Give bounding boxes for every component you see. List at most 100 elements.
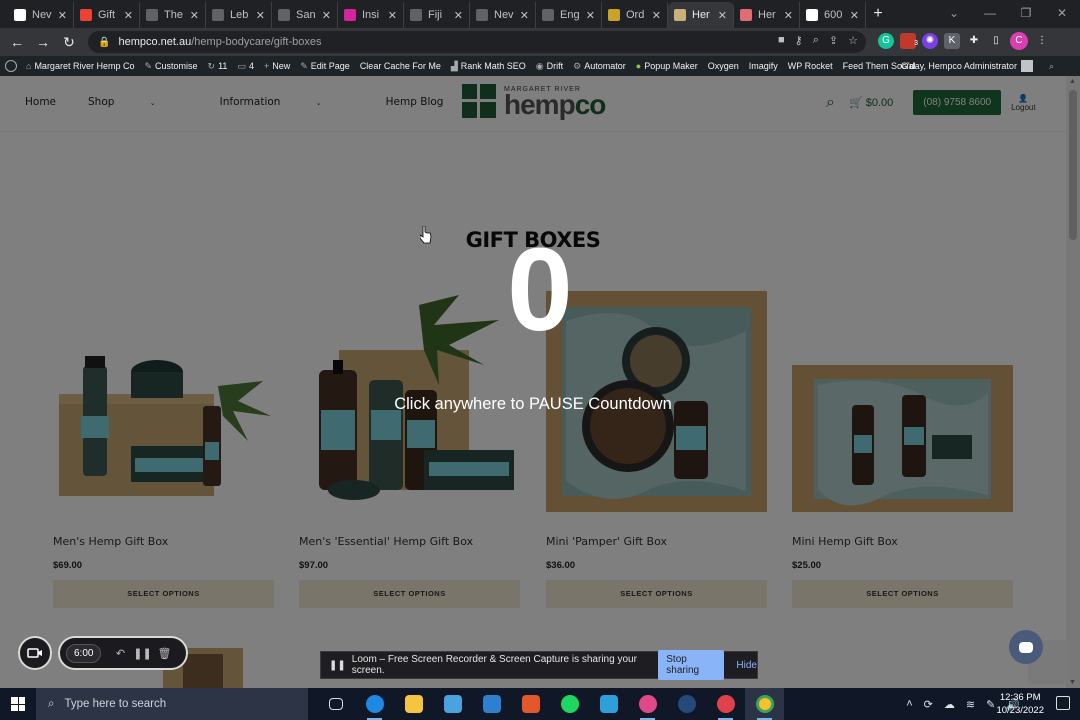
pause-icon[interactable]: ❚❚ bbox=[131, 647, 153, 660]
countdown-overlay[interactable] bbox=[0, 76, 1080, 688]
browser-tab[interactable]: Gift ✕ bbox=[74, 2, 140, 28]
hide-button[interactable]: Hide bbox=[736, 660, 757, 671]
tab-close-icon[interactable]: ✕ bbox=[322, 9, 331, 22]
countdown-message[interactable]: Click anywhere to PAUSE Countdown bbox=[0, 395, 1066, 414]
menu-kebab-icon[interactable]: ⋮ bbox=[1034, 33, 1050, 49]
chat-widget-button[interactable] bbox=[1009, 630, 1043, 664]
file-explorer-icon[interactable] bbox=[394, 688, 433, 720]
wp-popup-maker-link[interactable]: ● Popup Maker bbox=[631, 61, 703, 71]
wp-comments-link[interactable]: ▭ 4 bbox=[232, 61, 259, 72]
tab-search-icon[interactable]: ⌄ bbox=[936, 0, 972, 28]
pen-icon[interactable]: ✎ bbox=[986, 698, 995, 711]
tab-close-icon[interactable]: ✕ bbox=[850, 9, 859, 22]
browser-tab[interactable]: 600 ✕ bbox=[800, 2, 866, 28]
wp-edit-page-link[interactable]: ✎ Edit Page bbox=[295, 61, 355, 72]
restore-button[interactable]: ❐ bbox=[1008, 0, 1044, 28]
undo-icon[interactable]: ↶ bbox=[109, 647, 131, 660]
chevron-up-icon[interactable]: ˄ bbox=[906, 698, 912, 710]
chrome-icon[interactable] bbox=[745, 688, 784, 720]
wp-rank-math-link[interactable]: ▟ Rank Math SEO bbox=[446, 61, 531, 72]
wp-rocket-link[interactable]: WP Rocket bbox=[783, 61, 838, 71]
bookmark-star-icon[interactable]: ☆ bbox=[848, 34, 858, 47]
tab-favicon-icon bbox=[410, 9, 422, 21]
countdown-digit[interactable]: 0 bbox=[0, 230, 1080, 350]
tab-close-icon[interactable]: ✕ bbox=[124, 9, 133, 22]
browser-tab[interactable]: Ord ✕ bbox=[602, 2, 668, 28]
wp-automator-link[interactable]: ⚙ Automator bbox=[568, 61, 631, 72]
wp-account[interactable]: G'day, Hempco Administrator ⌕ bbox=[901, 60, 1054, 72]
extension-badge-icon[interactable]: 3 bbox=[900, 33, 918, 49]
chat-icon bbox=[1019, 641, 1033, 653]
browser-tab[interactable]: Insi ✕ bbox=[338, 2, 404, 28]
search-icon[interactable]: ⌕ bbox=[1049, 61, 1054, 72]
address-bar[interactable]: 🔒 hempco.net.au /hemp-bodycare/gift-boxe… bbox=[88, 31, 866, 53]
wp-clear-cache-link[interactable]: Clear Cache For Me bbox=[355, 61, 446, 71]
store-icon[interactable] bbox=[433, 688, 472, 720]
network-sync-icon[interactable]: ⟳ bbox=[924, 698, 933, 711]
tab-close-icon[interactable]: ✕ bbox=[256, 9, 265, 22]
wp-updates-link[interactable]: ↻ 11 bbox=[203, 61, 233, 72]
taskbar-search[interactable]: ⌕ Type here to search bbox=[36, 688, 308, 720]
new-tab-button[interactable]: + bbox=[866, 2, 890, 28]
tab-favicon-icon bbox=[344, 9, 356, 21]
notification-icon[interactable] bbox=[1056, 696, 1070, 710]
camera-icon[interactable]: ■ bbox=[778, 34, 785, 47]
browser-tab[interactable]: Nev ✕ bbox=[470, 2, 536, 28]
tab-close-icon[interactable]: ✕ bbox=[718, 9, 727, 22]
tab-close-icon[interactable]: ✕ bbox=[388, 9, 397, 22]
task-view-icon[interactable] bbox=[316, 688, 355, 720]
tab-close-icon[interactable]: ✕ bbox=[652, 9, 661, 22]
forward-icon[interactable]: → bbox=[30, 34, 56, 50]
office-icon[interactable] bbox=[511, 688, 550, 720]
chrome-profile-icon[interactable] bbox=[628, 688, 667, 720]
browser-tab[interactable]: San ✕ bbox=[272, 2, 338, 28]
browser-tab[interactable]: Nev ✕ bbox=[8, 2, 74, 28]
chrome-icon-2[interactable] bbox=[706, 688, 745, 720]
trash-icon[interactable]: 🗑 bbox=[153, 647, 175, 660]
puzzle-icon[interactable]: ✚ bbox=[966, 33, 982, 49]
wp-site-link[interactable]: ⌂ Margaret River Hemp Co bbox=[21, 61, 139, 71]
profile-avatar[interactable]: C bbox=[1010, 32, 1028, 50]
pause-bars-icon: ❚❚ bbox=[329, 659, 346, 671]
tab-close-icon[interactable]: ✕ bbox=[520, 9, 529, 22]
wp-imagify-link[interactable]: Imagify bbox=[744, 61, 783, 71]
onedrive-icon[interactable]: ☁ bbox=[944, 698, 955, 711]
start-button[interactable] bbox=[0, 688, 36, 720]
loom-camera-button[interactable] bbox=[18, 636, 52, 670]
wp-oxygen-link[interactable]: Oxygen bbox=[703, 61, 744, 71]
key-icon[interactable]: ⚷ bbox=[795, 34, 803, 47]
share-icon[interactable]: ⇪ bbox=[829, 34, 838, 47]
wordpress-logo-icon[interactable] bbox=[5, 60, 17, 72]
browser-tab[interactable]: Eng ✕ bbox=[536, 2, 602, 28]
kami-icon[interactable]: K bbox=[944, 33, 960, 49]
steam-icon[interactable] bbox=[667, 688, 706, 720]
tab-close-icon[interactable]: ✕ bbox=[586, 9, 595, 22]
wp-customise-link[interactable]: ✎ Customise bbox=[139, 61, 202, 72]
minimize-button[interactable]: — bbox=[972, 0, 1008, 28]
back-icon[interactable]: ← bbox=[4, 34, 30, 50]
wp-new-link[interactable]: + New bbox=[259, 61, 295, 71]
grammarly-icon[interactable]: G bbox=[878, 33, 894, 49]
edge-icon[interactable] bbox=[355, 688, 394, 720]
wifi-icon[interactable]: ≋ bbox=[966, 698, 975, 711]
close-window-button[interactable]: ✕ bbox=[1044, 0, 1080, 28]
taskbar-clock[interactable]: 12:36 PM 10/23/2022 bbox=[996, 691, 1044, 717]
tab-close-icon[interactable]: ✕ bbox=[784, 9, 793, 22]
sidepanel-icon[interactable]: ▯ bbox=[988, 33, 1004, 49]
tab-close-icon[interactable]: ✕ bbox=[58, 9, 67, 22]
wp-drift-link[interactable]: ◉ Drift bbox=[531, 61, 568, 72]
browser-tab[interactable]: Her ✕ bbox=[668, 2, 734, 28]
browser-tab[interactable]: Leb ✕ bbox=[206, 2, 272, 28]
zoom-icon[interactable]: ⌕ bbox=[813, 34, 819, 47]
browser-tab[interactable]: Fiji ✕ bbox=[404, 2, 470, 28]
reload-icon[interactable]: ↻ bbox=[56, 34, 82, 51]
stop-sharing-button[interactable]: Stop sharing bbox=[658, 650, 725, 680]
spotify-icon[interactable] bbox=[550, 688, 589, 720]
browser-tab[interactable]: The ✕ bbox=[140, 2, 206, 28]
browser-tab[interactable]: Her ✕ bbox=[734, 2, 800, 28]
color-picker-icon[interactable]: ✺ bbox=[922, 33, 938, 49]
mail-icon[interactable] bbox=[472, 688, 511, 720]
tab-close-icon[interactable]: ✕ bbox=[190, 9, 199, 22]
tab-close-icon[interactable]: ✕ bbox=[454, 9, 463, 22]
sourcetree-icon[interactable] bbox=[589, 688, 628, 720]
